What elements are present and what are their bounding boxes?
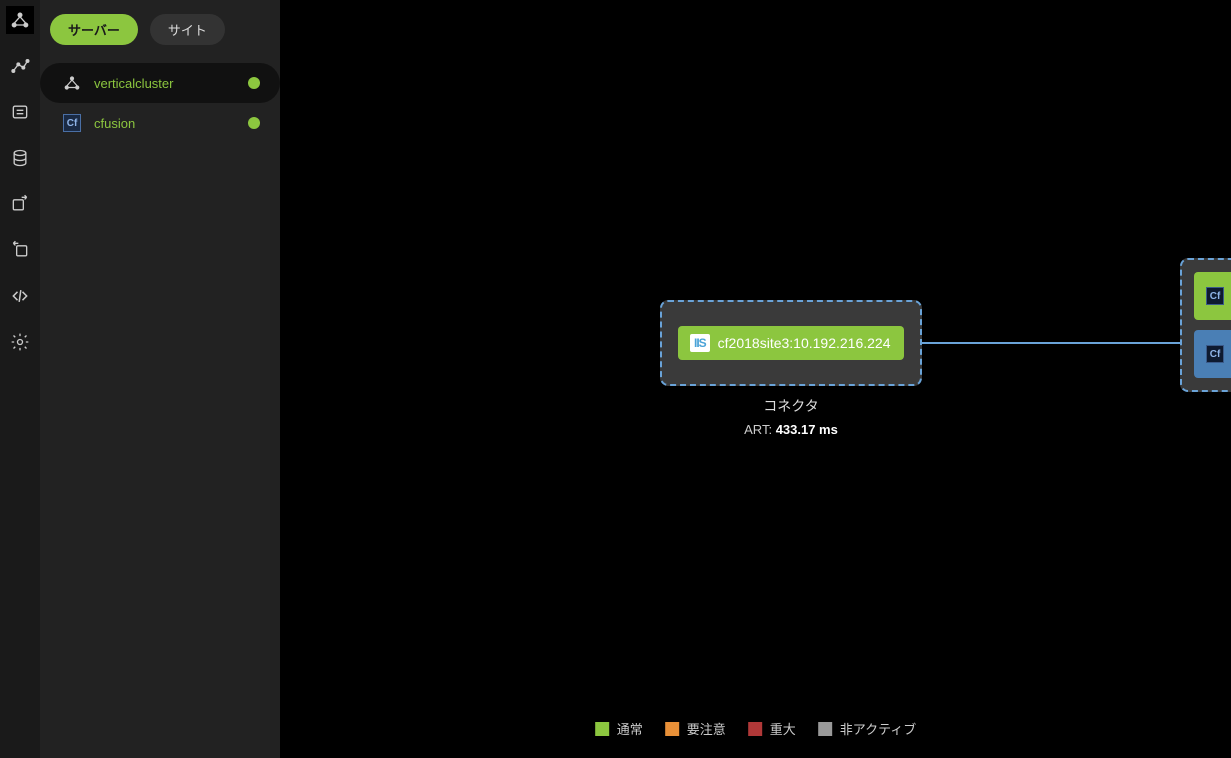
rail-gear-icon[interactable]	[6, 328, 34, 356]
sidebar: サーバー サイト verticalcluster Cf cfusion	[40, 0, 280, 758]
cf-icon: Cf	[1206, 345, 1224, 363]
legend-crit: 重大	[748, 719, 796, 738]
swatch-crit-icon	[748, 722, 762, 736]
status-dot-icon	[248, 117, 260, 129]
cf-icon: Cf	[1206, 287, 1224, 305]
connector-card[interactable]: IIS cf2018site3:10.192.216.224	[678, 326, 904, 360]
rail-export-icon[interactable]	[6, 190, 34, 218]
tree-item-verticalcluster[interactable]: verticalcluster	[40, 63, 280, 103]
tab-server[interactable]: サーバー	[50, 14, 138, 45]
tab-site[interactable]: サイト	[150, 14, 225, 45]
connector-caption: コネクタ ART: 433.17 ms	[660, 396, 922, 437]
iis-icon: IIS	[690, 334, 710, 352]
rail-import-icon[interactable]	[6, 236, 34, 264]
instance-card-instance1[interactable]: Cf instance1 10.192.216.224:instance1:85…	[1194, 272, 1231, 320]
server-node-group: Cf instance1 10.192.216.224:instance1:85…	[1180, 258, 1231, 392]
server-caption: サーバー ART: 0.00 ms	[1180, 438, 1231, 479]
tree-label: verticalcluster	[94, 76, 236, 91]
sidebar-tabs: サーバー サイト	[40, 0, 280, 59]
rail-topology-icon[interactable]	[6, 6, 34, 34]
legend-warn: 要注意	[665, 719, 726, 738]
status-dot-icon	[248, 77, 260, 89]
server-tree: verticalcluster Cf cfusion	[40, 59, 280, 147]
topology-canvas: IIS cf2018site3:10.192.216.224 コネクタ ART:…	[280, 0, 1231, 758]
cluster-icon	[62, 73, 82, 93]
rail-graph-icon[interactable]	[6, 52, 34, 80]
swatch-warn-icon	[665, 722, 679, 736]
cf-icon: Cf	[62, 113, 82, 133]
legend-inactive: 非アクティブ	[818, 719, 917, 738]
rail-list-icon[interactable]	[6, 98, 34, 126]
legend-normal: 通常	[595, 719, 643, 738]
tree-label: cfusion	[94, 116, 236, 131]
connector-node[interactable]: IIS cf2018site3:10.192.216.224	[660, 300, 922, 386]
left-rail	[0, 0, 40, 758]
status-legend: 通常 要注意 重大 非アクティブ	[595, 719, 917, 738]
tree-item-cfusion[interactable]: Cf cfusion	[40, 103, 280, 143]
rail-database-icon[interactable]	[6, 144, 34, 172]
swatch-normal-icon	[595, 722, 609, 736]
swatch-inactive-icon	[818, 722, 832, 736]
connector-server-link	[922, 342, 1180, 344]
instance-card-instance2[interactable]: Cf instance2 10.192.216.224:instance2:85…	[1194, 330, 1231, 378]
rail-code-icon[interactable]	[6, 282, 34, 310]
connector-label: cf2018site3:10.192.216.224	[718, 335, 891, 351]
